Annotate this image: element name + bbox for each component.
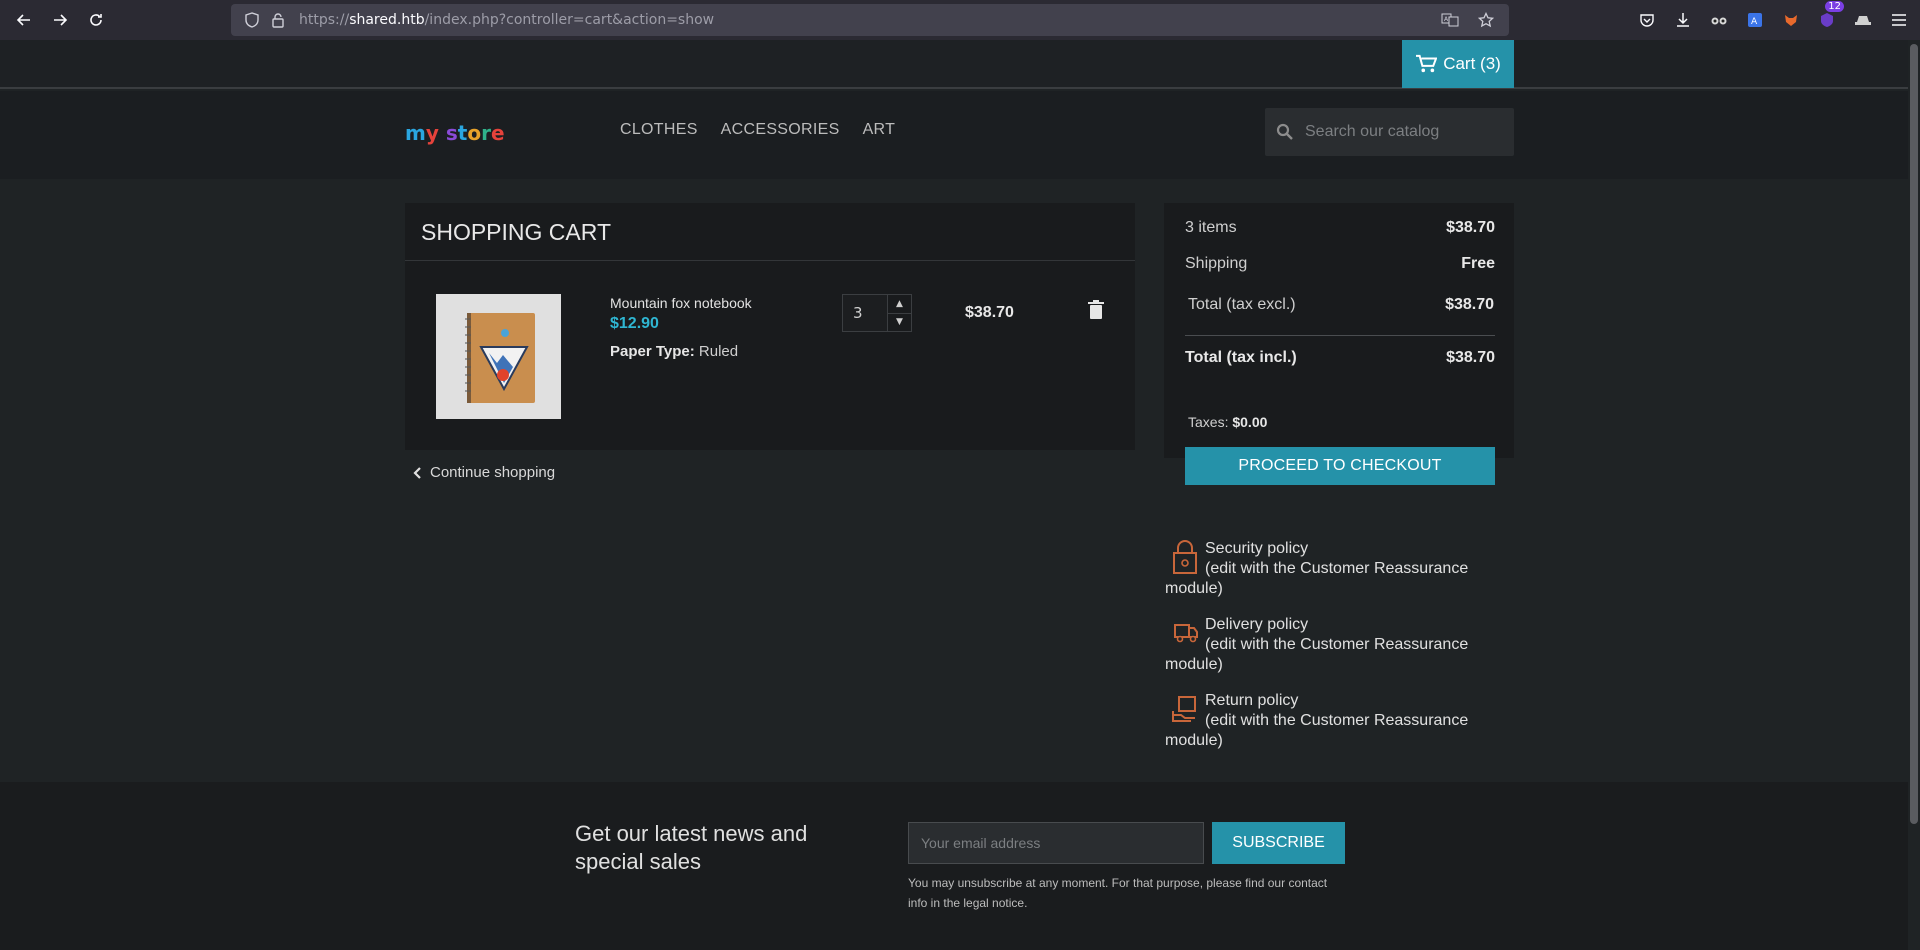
svg-text:A: A [1444,16,1449,23]
chevron-up-icon[interactable]: ▲ [888,294,912,313]
header-top-bar: Cart (3) [0,40,1908,89]
items-label: 3 items [1185,219,1237,236]
notebook-image [464,312,535,403]
items-value: $38.70 [1446,219,1495,236]
tax-excl-label: Total (tax excl.) [1188,296,1296,313]
lock-icon [1173,540,1197,574]
summary-tax-excl-row: Total (tax excl.) $38.70 [1188,296,1494,314]
menu-icon[interactable] [1886,7,1912,33]
browser-toolbar: https://shared.htb/index.php?controller=… [0,0,1920,40]
summary-shipping-row: Shipping Free [1185,255,1495,273]
quantity-buttons: ▲ ▼ [888,294,912,332]
shipping-value: Free [1461,255,1495,272]
nav-clothes[interactable]: CLOTHES [620,121,698,139]
product-unit-price: $12.90 [610,315,659,332]
summary-tax-incl-row: Total (tax incl.) $38.70 [1185,349,1495,367]
return-policy-desc: (edit with the Customer Reassurance modu… [1165,712,1469,749]
product-name[interactable]: Mountain fox notebook [610,295,752,311]
translate-icon[interactable]: A [1439,9,1461,31]
tax-incl-value: $38.70 [1446,349,1495,366]
cart-summary: 3 items $38.70 Shipping Free Total (tax … [1164,203,1514,458]
reassurance-delivery: Delivery policy (edit with the Customer … [1165,615,1505,675]
scrollbar-thumb[interactable] [1910,44,1918,824]
reassurance-return: Return policy (edit with the Customer Re… [1165,691,1505,751]
return-policy-title: Return policy [1205,692,1299,709]
security-policy-desc: (edit with the Customer Reassurance modu… [1165,560,1469,597]
security-policy-title: Security policy [1205,540,1309,557]
scrollbar[interactable] [1908,40,1920,950]
attribute-key: Paper Type: [610,343,695,360]
subscribe-button[interactable]: SUBSCRIBE [1212,822,1345,864]
attribute-value: Ruled [698,343,739,360]
cart-count-label: Cart (3) [1443,54,1501,73]
truck-icon [1174,624,1198,643]
product-image[interactable] [436,294,561,419]
product-attribute: Paper Type: Ruled [610,343,738,360]
cart-title: SHOPPING CART [421,219,611,245]
search-icon[interactable] [1265,123,1305,141]
taxes-line: Taxes: $0.00 [1188,414,1267,430]
main-nav: CLOTHES ACCESSORIES ART [620,121,895,139]
nav-accessories[interactable]: ACCESSORIES [721,121,840,139]
nav-art[interactable]: ART [863,121,896,139]
continue-shopping-label: Continue shopping [430,464,556,481]
extension-glasses-icon[interactable] [1706,7,1732,33]
extension-translate-icon[interactable]: A [1742,7,1768,33]
header-main: my store CLOTHES ACCESSORIES ART [0,91,1908,179]
address-bar[interactable]: https://shared.htb/index.php?controller=… [231,4,1509,36]
search-input[interactable] [1305,123,1495,141]
reload-icon[interactable] [78,0,114,40]
store-logo[interactable]: my store [405,121,505,145]
continue-shopping-link[interactable]: Continue shopping [413,464,555,481]
proceed-to-checkout-button[interactable]: PROCEED TO CHECKOUT [1185,447,1495,485]
extension-hat-icon[interactable] [1850,7,1876,33]
taxes-value: $0.00 [1232,414,1268,430]
delivery-policy-desc: (edit with the Customer Reassurance modu… [1165,636,1469,673]
cart-button[interactable]: Cart (3) [1402,40,1514,88]
svg-text:A: A [1751,17,1758,27]
email-field[interactable]: Your email address [908,822,1204,864]
delivery-policy-title: Delivery policy [1205,616,1309,633]
extension-badge-icon[interactable]: 12 [1814,1,1844,33]
chevron-down-icon[interactable]: ▼ [888,312,912,332]
tax-incl-label: Total (tax incl.) [1185,349,1297,366]
extension-fox-icon[interactable] [1778,7,1804,33]
newsletter-title: Get our latest news and special sales [575,821,808,874]
divider [405,260,1135,261]
lock-insecure-icon[interactable] [267,9,289,31]
search-box [1265,108,1514,156]
shopping-cart-panel: SHOPPING CART Mountain fox notebook $12.… [405,203,1135,450]
bookmark-star-icon[interactable] [1475,9,1497,31]
page-content: Cart (3) my store CLOTHES ACCESSORIES AR… [0,40,1920,950]
quantity-input[interactable]: 3 [842,294,888,332]
extension-count-badge: 12 [1825,1,1844,12]
chevron-left-icon [413,466,421,479]
url-text: https://shared.htb/index.php?controller=… [299,12,715,28]
shopping-cart-icon [1416,54,1438,73]
download-icon[interactable] [1670,7,1696,33]
line-total: $38.70 [965,304,1014,321]
reassurance-security: Security policy (edit with the Customer … [1165,539,1505,599]
divider [1185,335,1495,336]
delete-icon[interactable] [1088,300,1104,320]
quantity-stepper: 3 ▲ ▼ [842,294,912,332]
forward-icon[interactable] [42,0,78,40]
toolbar-extensions: A 12 [1634,0,1912,40]
pocket-icon[interactable] [1634,7,1660,33]
newsletter-footer: Get our latest news and special sales Yo… [0,782,1908,950]
shield-icon[interactable] [241,9,263,31]
back-icon[interactable] [6,0,42,40]
newsletter-note: You may unsubscribe at any moment. For t… [908,876,1328,910]
shipping-label: Shipping [1185,255,1248,272]
tax-excl-value: $38.70 [1445,296,1494,313]
return-box-icon [1172,696,1196,722]
summary-items-row: 3 items $38.70 [1185,219,1495,237]
taxes-label: Taxes: [1188,414,1229,430]
